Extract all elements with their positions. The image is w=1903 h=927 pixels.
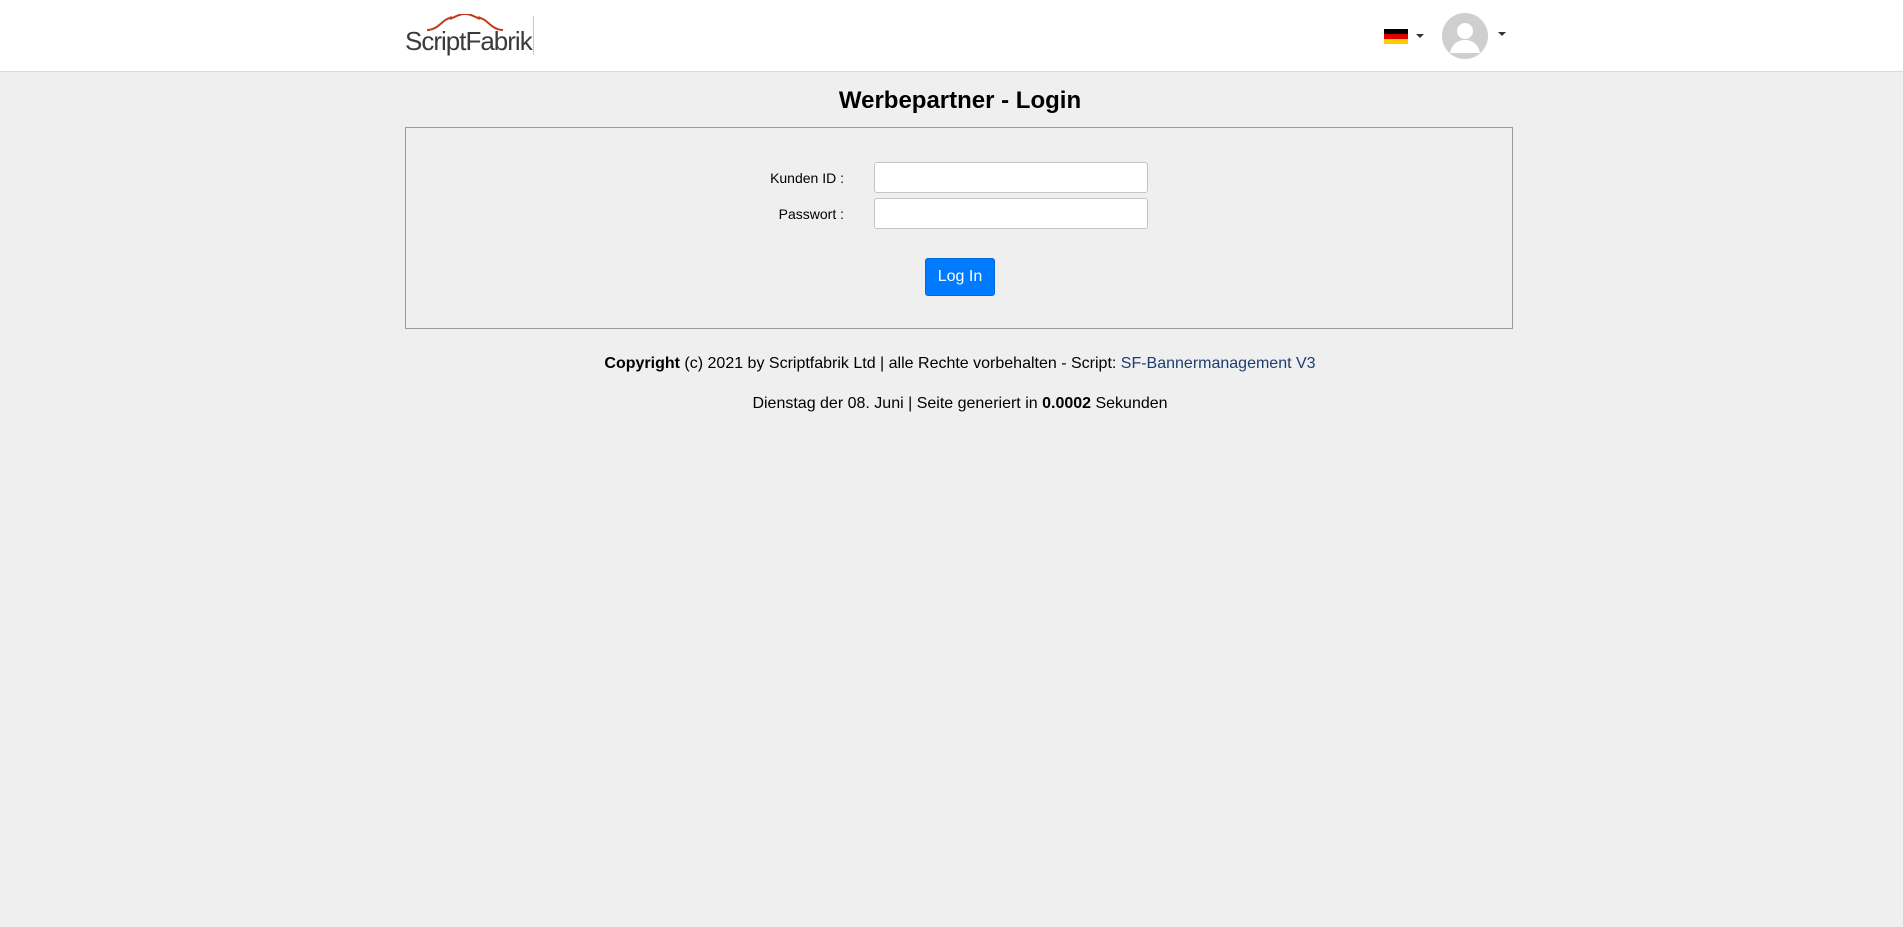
- seconds-text: Sekunden: [1091, 395, 1168, 412]
- chevron-down-icon: [1416, 34, 1424, 38]
- user-avatar-icon: [1442, 13, 1488, 59]
- generation-time: 0.0002: [1042, 395, 1092, 412]
- copyright-text: (c) 2021 by Scriptfabrik Ltd | alle Rech…: [679, 355, 1121, 372]
- customer-id-input[interactable]: [874, 162, 1148, 193]
- page-title: Werbepartner - Login: [838, 87, 1082, 114]
- login-button[interactable]: Log In: [925, 258, 995, 296]
- german-flag-icon: [1384, 29, 1408, 44]
- language-dropdown-toggle[interactable]: [1384, 28, 1426, 48]
- generation-info-line: Dienstag der 08. Juni | Seite generiert …: [0, 393, 1903, 415]
- password-input[interactable]: [874, 198, 1148, 229]
- date-text: Dienstag der 08. Juni | Seite generiert …: [752, 395, 1043, 412]
- password-label: Passwort :: [778, 206, 844, 222]
- top-navbar: ScriptFabrik: [0, 0, 1903, 72]
- script-link[interactable]: SF-Bannermanagement V3: [1121, 355, 1316, 372]
- customer-id-label: Kunden ID :: [770, 170, 844, 186]
- scriptfabrik-logo[interactable]: ScriptFabrik: [405, 14, 533, 56]
- user-menu-toggle[interactable]: [1442, 13, 1507, 59]
- logo-divider: [533, 16, 534, 55]
- logo-text: ScriptFabrik: [405, 26, 533, 56]
- copyright-bold: Copyright: [604, 355, 680, 372]
- chevron-down-icon: [1498, 32, 1506, 36]
- copyright-line: Copyright (c) 2021 by Scriptfabrik Ltd |…: [0, 353, 1903, 375]
